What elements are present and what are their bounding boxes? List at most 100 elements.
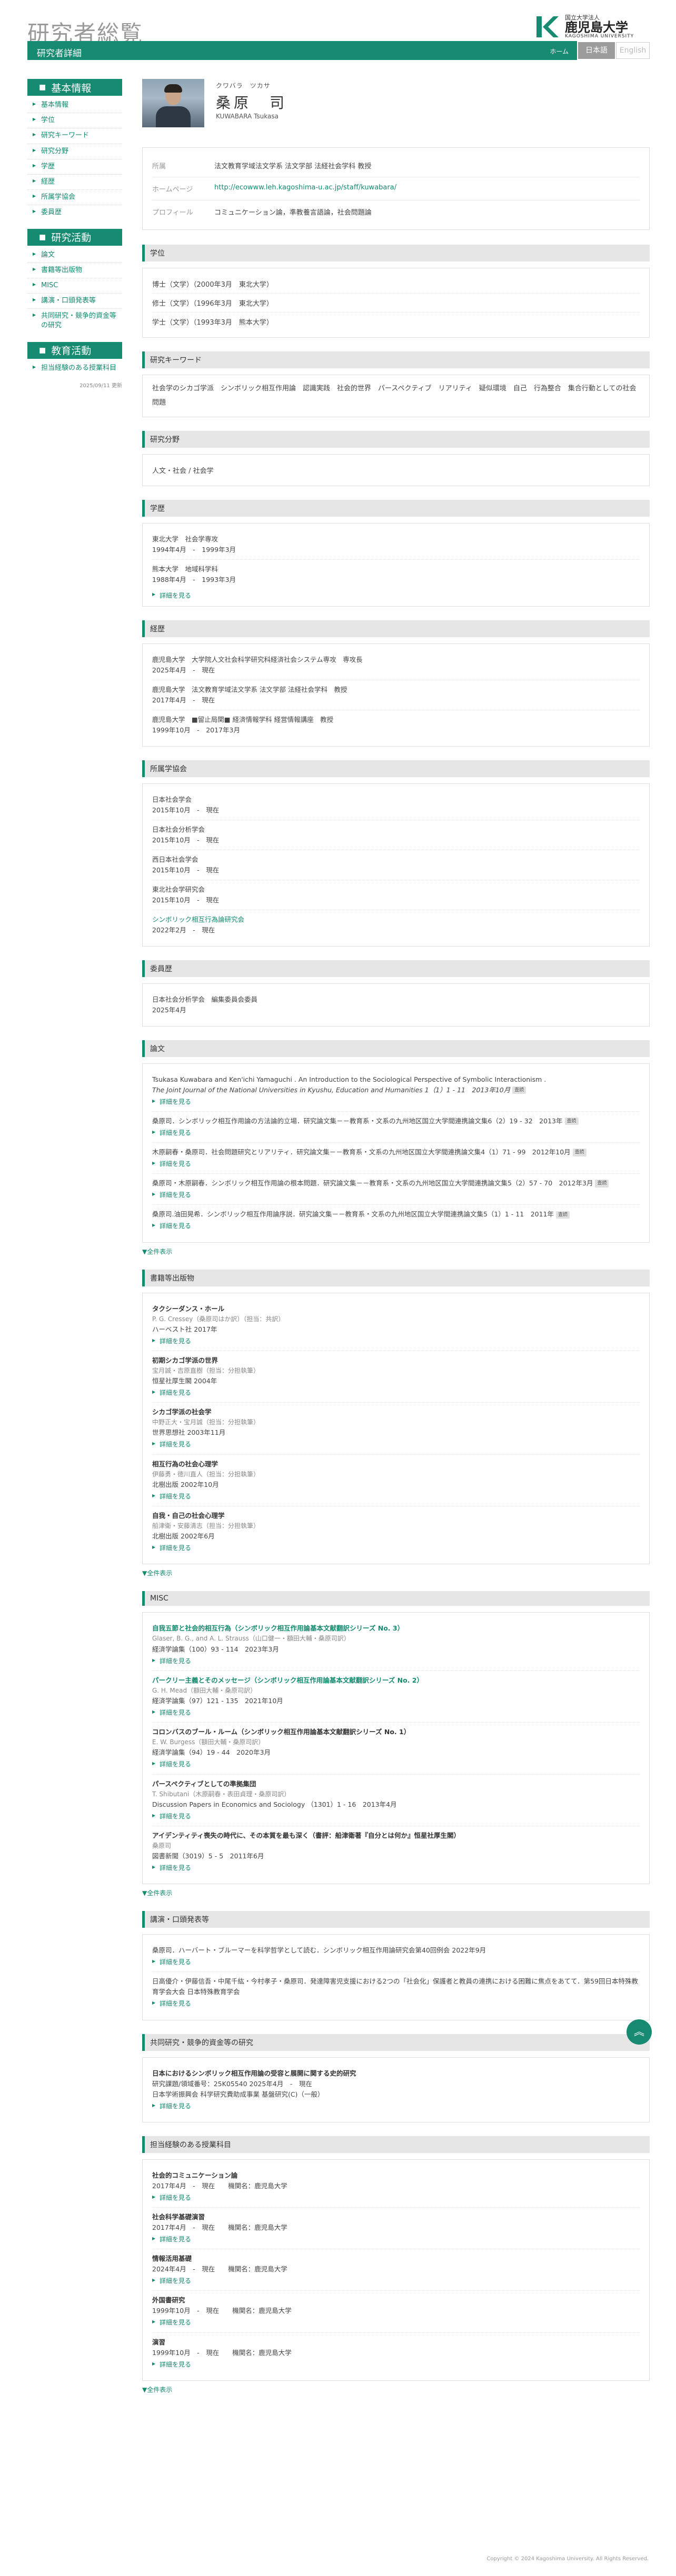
misc-title-link[interactable]: パークリー主義とそのメッセージ（シンボリック相互作用論基本文献翻訳シリーズ No… xyxy=(152,1676,423,1684)
sidebar-item-career[interactable]: 経歴 xyxy=(27,175,122,190)
section-head: 経歴 xyxy=(142,620,650,637)
sidebar-item-committees[interactable]: 委員歴 xyxy=(27,205,122,220)
home-link[interactable]: ホーム xyxy=(550,47,569,56)
logo-big-text: 鹿児島大学 xyxy=(565,19,628,35)
section-keywords: 研究キーワード 社会学のシカゴ学派 シンボリック相互作用論 認識実践 社会的世界… xyxy=(142,351,650,417)
section-committees: 委員歴 日本社会分析学会 編集委員会委員 2025年4月 xyxy=(142,960,650,1027)
details-link[interactable]: 詳細を見る xyxy=(152,2101,640,2111)
section-head: 講演・口頭発表等 xyxy=(142,1911,650,1928)
show-all-link[interactable]: ▼全件表示 xyxy=(142,1568,650,1577)
details-link[interactable]: 詳細を見る xyxy=(152,1656,640,1666)
details-link[interactable]: 詳細を見る xyxy=(152,1221,640,1231)
details-link[interactable]: 詳細を見る xyxy=(152,1492,640,1502)
talk-item: 桑原司．ハーバート・ブルーマーを科学哲学として読む．シンボリック相互作用論研究会… xyxy=(152,1941,640,1973)
profile-photo xyxy=(142,79,204,127)
details-link[interactable]: 詳細を見る xyxy=(152,1388,640,1398)
book-icon: ■ xyxy=(39,233,46,242)
misc-item: パースペクティブとしての準拠集団 T. Shibutani（木原嗣春・表田貞理・桑… xyxy=(152,1775,640,1826)
show-all-link[interactable]: ▼全件表示 xyxy=(142,2385,650,2394)
misc-item: アイデンティティ喪失の時代に、その本質を最も深く（書評：船津衛著『自分とは何か』… xyxy=(152,1826,640,1877)
misc-title-link[interactable]: 自我五節と社会的相互行為（シンボリック相互作用論基本文献翻訳シリーズ No. 3… xyxy=(152,1624,404,1632)
section-fields: 研究分野 人文・社会 / 社会学 xyxy=(142,430,650,486)
list-item: 学士（文学）（1993年3月 熊本大学） xyxy=(152,319,273,327)
sidebar-item-talks[interactable]: 講演・口頭発表等 xyxy=(27,294,122,309)
section-degrees: 学位 博士（文学）（2000年3月 東北大学） 修士（文学）（1996年3月 東… xyxy=(142,245,650,338)
section-papers: 論文 Tsukasa Kuwabara and Ken'ichi Yamaguc… xyxy=(142,1040,650,1256)
fields-text: 人文・社会 / 社会学 xyxy=(152,467,214,475)
sidebar-item-grants[interactable]: 共同研究・競争的資金等の研究 xyxy=(27,309,122,333)
section-education: 学歴 東北大学 社会学専攻 1994年4月 - 1999年3月 熊本大学 地域科学… xyxy=(142,499,650,607)
sidebar-item-keywords[interactable]: 研究キーワード xyxy=(27,128,122,144)
section-head: 学歴 xyxy=(142,499,650,517)
back-to-top-button[interactable]: ︽ xyxy=(627,2019,652,2045)
course-item: 情報活用基礎2024年4月 - 現在 機関名：鹿児島大学詳細を見る xyxy=(152,2249,640,2291)
sidebar-item-education[interactable]: 学歴 xyxy=(27,159,122,175)
section-career: 経歴 鹿児島大学 大学院人文社会科学研究科経済社会システム専攻 専攻長 2025年… xyxy=(142,620,650,747)
info-row-profile: プロフィール コミュニケーション論，準教養言語論，社会問題論 xyxy=(152,209,372,217)
book-item: タクシーダンス・ホール P. G. Cressey（桑原司はか訳）（担当：共訳）ハ… xyxy=(152,1300,640,1351)
details-link[interactable]: 詳細を見る xyxy=(152,2360,640,2370)
details-link[interactable]: 詳細を見る xyxy=(152,1543,640,1553)
sidebar-head-education: ■ 教育活動 xyxy=(27,341,122,359)
details-link[interactable]: 詳細を見る xyxy=(152,2276,640,2286)
section-head: 所属学協会 xyxy=(142,760,650,777)
details-link[interactable]: 詳細を見る xyxy=(152,1708,640,1718)
course-item: 社会科学基礎演習2017年4月 - 現在 機関名：鹿児島大学詳細を見る xyxy=(152,2208,640,2250)
show-all-link[interactable]: ▼全件表示 xyxy=(142,1888,650,1897)
details-link[interactable]: 詳細を見る xyxy=(152,1863,640,1873)
list-item: 西日本社会学会 2015年10月 - 現在 xyxy=(152,850,640,880)
section-grants: 共同研究・競争的資金等の研究 日本におけるシンボリック相互作用論の受容と展開に関… xyxy=(142,2034,650,2122)
sidebar-item-fields[interactable]: 研究分野 xyxy=(27,144,122,159)
details-link[interactable]: 詳細を見る xyxy=(152,591,640,600)
sidebar: ■基本情報 基本情報 学位 研究キーワード 研究分野 学歴 経歴 所属学協会 委… xyxy=(27,79,122,397)
course-item: 社会的コミュニケーション論2017年4月 - 現在 機関名：鹿児島大学詳細を見る xyxy=(152,2166,640,2208)
society-link[interactable]: シンボリック相互行為論研究会 xyxy=(152,915,244,923)
lang-ja-button[interactable]: 日本語 xyxy=(578,42,615,59)
details-link[interactable]: 詳細を見る xyxy=(152,1190,640,1200)
sidebar-item-societies[interactable]: 所属学協会 xyxy=(27,190,122,206)
details-link[interactable]: 詳細を見る xyxy=(152,1336,640,1346)
update-date: 2025/09/11 更新 xyxy=(79,383,122,389)
section-head: 委員歴 xyxy=(142,960,650,977)
details-link[interactable]: 詳細を見る xyxy=(152,2193,640,2203)
details-link[interactable]: 詳細を見る xyxy=(152,1957,640,1967)
sidebar-item-misc[interactable]: MISC xyxy=(27,278,122,294)
sidebar-item-degree[interactable]: 学位 xyxy=(27,113,122,129)
section-talks: 講演・口頭発表等 桑原司．ハーバート・ブルーマーを科学哲学として読む．シンボリッ… xyxy=(142,1911,650,2020)
lang-en-button[interactable]: English xyxy=(616,42,650,59)
details-link[interactable]: 詳細を見る xyxy=(152,2318,640,2328)
sidebar-item-basic[interactable]: 基本情報 xyxy=(27,98,122,114)
logo-en-text: KAGOSHIMA UNIVERSITY xyxy=(565,33,634,39)
details-link[interactable]: 詳細を見る xyxy=(152,1159,640,1169)
details-link[interactable]: 詳細を見る xyxy=(152,1440,640,1450)
details-link[interactable]: 詳細を見る xyxy=(152,1999,640,2009)
section-head: 担当経験のある授業科目 xyxy=(142,2136,650,2153)
details-link[interactable]: 詳細を見る xyxy=(152,1759,640,1769)
list-item: 東北社会学研究会 2015年10月 - 現在 xyxy=(152,880,640,910)
homepage-link[interactable]: http://ecowww.leh.kagoshima-u.ac.jp/staf… xyxy=(214,184,396,194)
section-misc: MISC 自我五節と社会的相互行為（シンボリック相互作用論基本文献翻訳シリーズ … xyxy=(142,1591,650,1897)
list-item: 熊本大学 地域科学科 1988年4月 - 1993年3月 xyxy=(152,565,236,583)
profile-header: クワバラ ツカサ 桑原 司 KUWABARA Tsukasa xyxy=(142,79,650,147)
course-item: 外国書研究1999年10月 - 現在 機関名：鹿児島大学詳細を見る xyxy=(152,2291,640,2333)
peer-review-badge: 査読 xyxy=(595,1180,609,1188)
paper-item: 桑原司・木原嗣春．シンボリック相互作用論の根本問題．研究論文集－－教育系・文系の… xyxy=(152,1174,640,1205)
details-link[interactable]: 詳細を見る xyxy=(152,1097,640,1107)
list-item: 博士（文学）（2000年3月 東北大学） xyxy=(152,275,640,294)
details-link[interactable]: 詳細を見る xyxy=(152,1128,640,1138)
university-logo[interactable]: 国立大学法人 鹿児島大学 KAGOSHIMA UNIVERSITY xyxy=(534,11,650,43)
sidebar-item-papers[interactable]: 論文 xyxy=(27,248,122,263)
section-head: 研究キーワード xyxy=(142,351,650,368)
sidebar-item-books[interactable]: 書籍等出版物 xyxy=(27,263,122,278)
details-link[interactable]: 詳細を見る xyxy=(152,2235,640,2245)
peer-review-badge: 査読 xyxy=(556,1211,570,1219)
details-link[interactable]: 詳細を見る xyxy=(152,1812,640,1822)
section-head: 論文 xyxy=(142,1040,650,1057)
course-item: 演習1999年10月 - 現在 機関名：鹿児島大学詳細を見る xyxy=(152,2333,640,2374)
info-row-homepage: ホームページ http://ecowww.leh.kagoshima-u.ac.j… xyxy=(152,177,640,200)
paper-item: 桑原司．シンボリック相互作用論の方法論的立場．研究論文集－－教育系・文系の九州地… xyxy=(152,1112,640,1143)
sidebar-item-courses[interactable]: 担当経験のある授業科目 xyxy=(27,361,122,376)
profile-info-box: 所属 法文教育学域法文学系 法文学部 法経社会学科 教授 ホームページ http:/… xyxy=(142,147,650,230)
list-item: 鹿児島大学 ■留止局関■ 経済情報学科 経営情報講座 教授 1999年10月 - … xyxy=(152,715,334,734)
show-all-link[interactable]: ▼全件表示 xyxy=(142,1247,650,1256)
